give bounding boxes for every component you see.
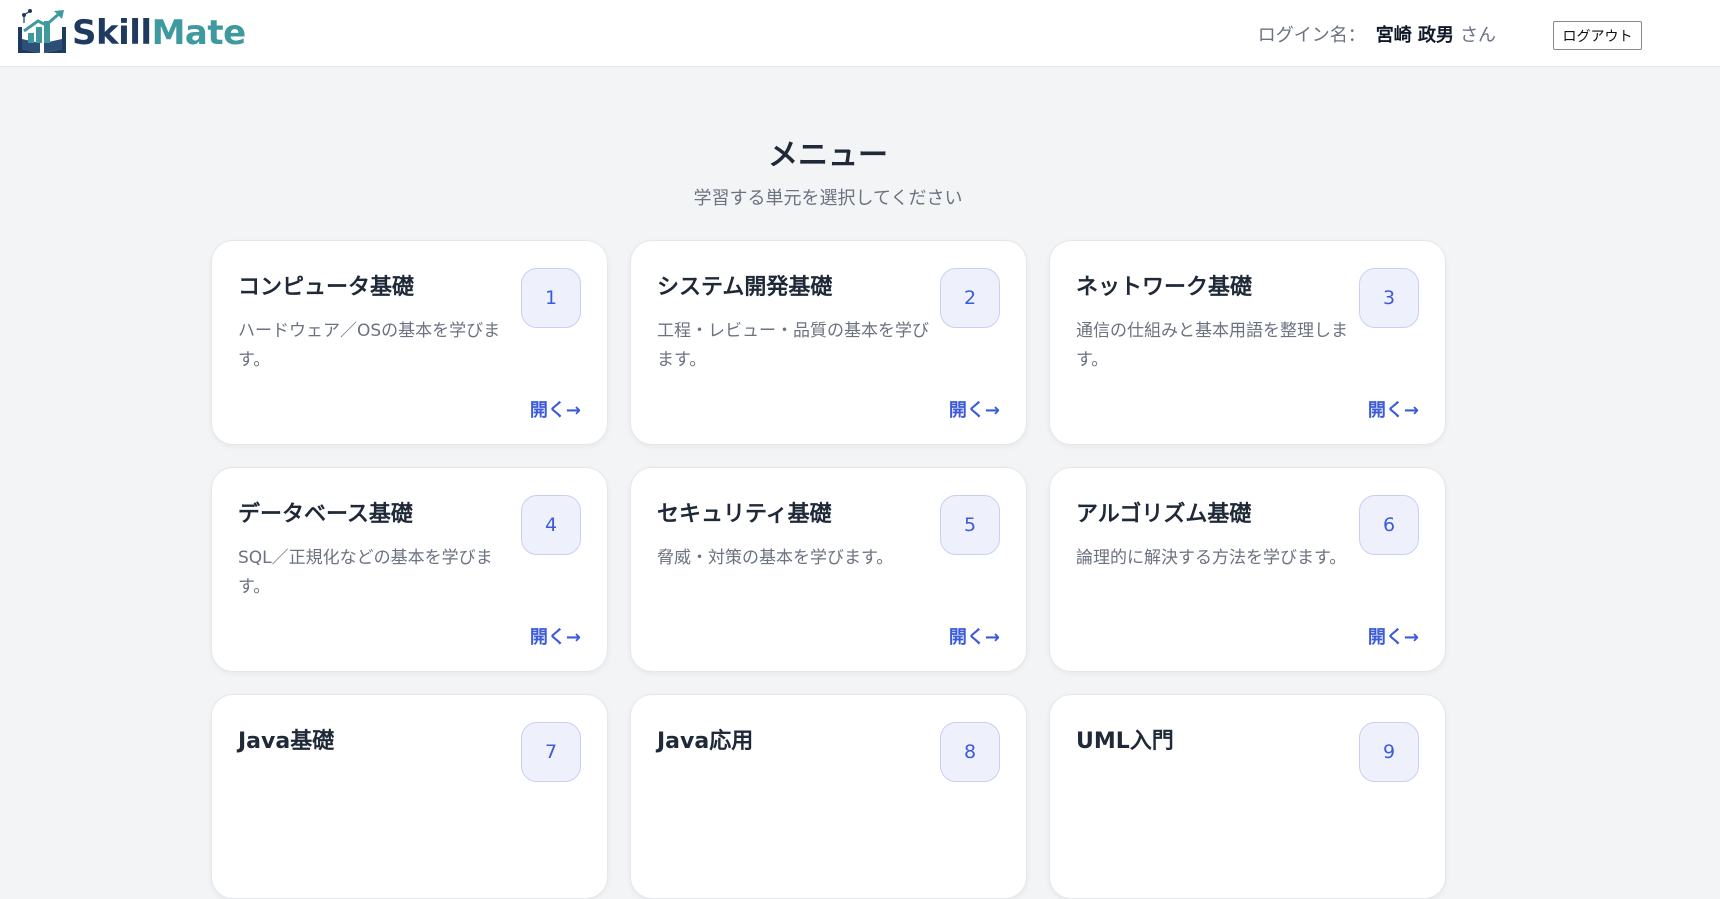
card-number-badge: 2 [940,268,1000,328]
card-number-badge: 3 [1359,268,1419,328]
unit-card-8[interactable]: Java応用 8 [630,694,1027,899]
card-number-badge: 9 [1359,722,1419,782]
card-open-link[interactable]: 開く→ [949,623,1000,649]
card-number-badge: 4 [521,495,581,555]
unit-card-grid: コンピュータ基礎 ハードウェア／OSの基本を学びます。 1 開く→ システム開発… [211,240,1447,899]
card-open-link[interactable]: 開く→ [1368,396,1419,422]
user-name: 宮崎 政男 [1375,24,1454,46]
card-open-link[interactable]: 開く→ [530,396,581,422]
page-title: メニュー [768,138,888,173]
unit-card-6[interactable]: アルゴリズム基礎 論理的に解決する方法を学びます。 6 開く→ [1049,467,1446,672]
growth-book-icon [18,9,66,53]
card-number-badge: 5 [940,495,1000,555]
card-title: アルゴリズム基礎 [1076,502,1252,527]
card-title: データベース基礎 [238,502,413,527]
unit-card-1[interactable]: コンピュータ基礎 ハードウェア／OSの基本を学びます。 1 開く→ [211,240,608,445]
card-open-link[interactable]: 開く→ [530,623,581,649]
card-title: システム開発基礎 [657,275,833,300]
top-header: SkillMate ログイン名： 宮崎 政男 さん ログアウト [0,0,1720,67]
unit-card-5[interactable]: セキュリティ基礎 脅威・対策の基本を学びます。 5 開く→ [630,467,1027,672]
card-description: 論理的に解決する方法を学びます。 [1076,548,1347,568]
card-title: UML入門 [1076,729,1174,754]
card-title: Java応用 [657,729,754,754]
logo-skill-text: Skill [72,13,152,53]
unit-card-2[interactable]: システム開発基礎 工程・レビュー・品質の基本を学びます。 2 開く→ [630,240,1027,445]
login-name-label: ログイン名： [1257,24,1366,46]
card-title: ネットワーク基礎 [1076,275,1253,300]
logo-wordmark: SkillMate [72,13,246,53]
card-description: SQL／正規化などの基本を学びます。 [238,548,493,597]
card-title: Java基礎 [238,729,335,754]
card-number-badge: 8 [940,722,1000,782]
unit-card-7[interactable]: Java基礎 7 [211,694,608,899]
unit-card-3[interactable]: ネットワーク基礎 通信の仕組みと基本用語を整理します。 3 開く→ [1049,240,1446,445]
user-info: ログイン名： 宮崎 政男 さん [1258,0,1496,67]
card-number-badge: 1 [521,268,581,328]
card-description: ハードウェア／OSの基本を学びます。 [238,321,501,370]
user-honorific: さん [1460,24,1496,46]
logout-button[interactable]: ログアウト [1553,21,1642,50]
card-description: 工程・レビュー・品質の基本を学びます。 [657,321,929,370]
logo-mate-text: Mate [151,13,247,53]
card-title: セキュリティ基礎 [657,502,832,527]
skillmate-logo[interactable]: SkillMate [14,7,246,59]
card-number-badge: 6 [1359,495,1419,555]
unit-card-9[interactable]: UML入門 9 [1049,694,1446,899]
unit-card-4[interactable]: データベース基礎 SQL／正規化などの基本を学びます。 4 開く→ [211,467,608,672]
card-title: コンピュータ基礎 [238,275,415,300]
card-open-link[interactable]: 開く→ [1368,623,1419,649]
card-number-badge: 7 [521,722,581,782]
card-open-link[interactable]: 開く→ [949,396,1000,422]
page-subtitle: 学習する単元を選択してください [693,188,963,209]
card-description: 脅威・対策の基本を学びます。 [657,548,894,568]
card-description: 通信の仕組みと基本用語を整理します。 [1076,321,1348,370]
